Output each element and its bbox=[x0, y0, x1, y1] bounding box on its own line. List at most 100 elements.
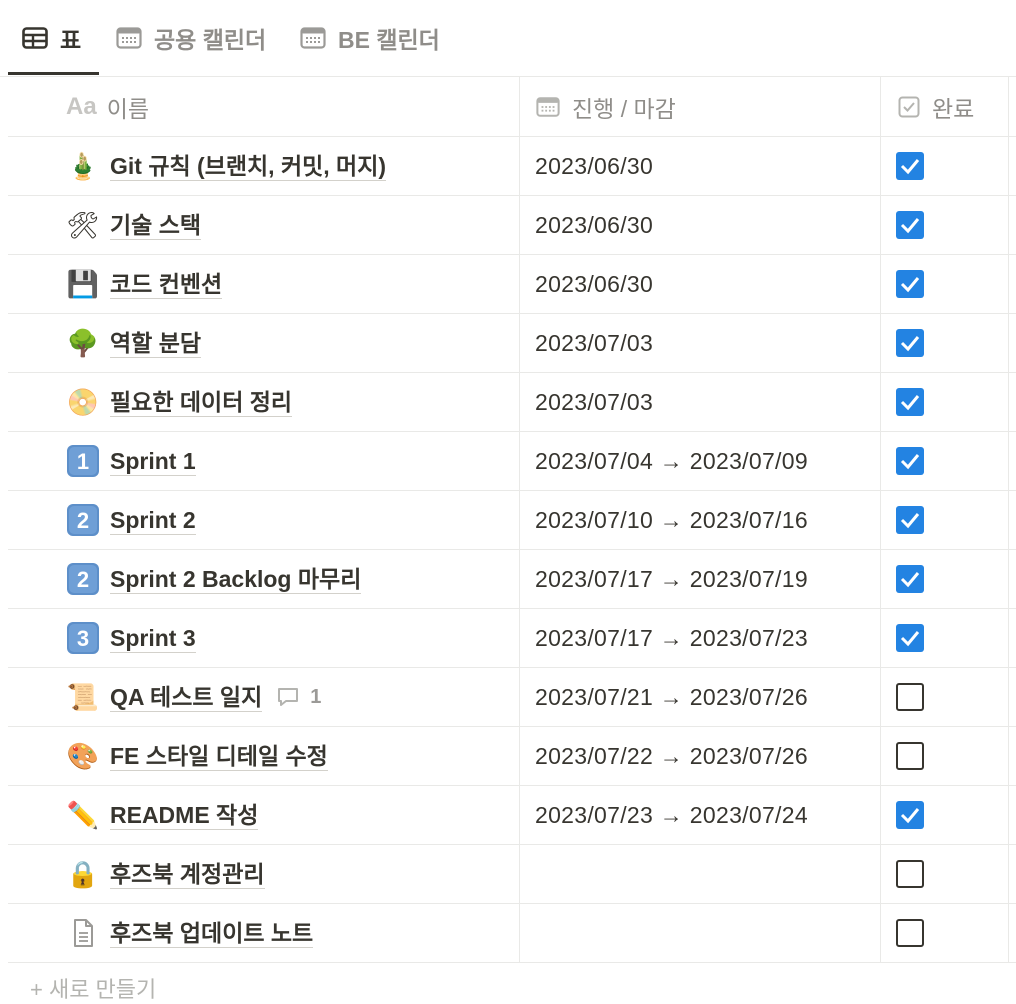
page-title[interactable]: Sprint 2 bbox=[110, 506, 196, 535]
name-cell[interactable]: 3 Sprint 3 bbox=[66, 609, 196, 667]
date-cell[interactable]: 2023/07/03 bbox=[535, 314, 653, 372]
lock-icon: 🔒 bbox=[66, 858, 100, 889]
tab-be-calendar[interactable]: BE 캘린더 bbox=[300, 0, 440, 76]
name-cell[interactable]: 2 Sprint 2 bbox=[66, 491, 196, 549]
comment-indicator[interactable]: 1 bbox=[276, 686, 321, 709]
tab-table[interactable]: 표 bbox=[22, 0, 81, 76]
done-checkbox[interactable] bbox=[896, 683, 924, 711]
page-title[interactable]: QA 테스트 일지 bbox=[110, 683, 263, 712]
table-row[interactable]: 1 Sprint 1 2023/07/04 → 2023/07/09 bbox=[8, 432, 1016, 491]
date-cell[interactable]: 2023/06/30 bbox=[535, 255, 653, 313]
page-title[interactable]: FE 스타일 디테일 수정 bbox=[110, 742, 328, 771]
table-row[interactable]: 💾 코드 컨벤션 2023/06/30 bbox=[8, 255, 1016, 314]
date-cell[interactable]: 2023/07/21 → 2023/07/26 bbox=[535, 668, 808, 726]
checkmark-icon bbox=[900, 808, 920, 824]
table-row[interactable]: 🎨 FE 스타일 디테일 수정 2023/07/22 → 2023/07/26 bbox=[8, 727, 1016, 786]
scroll-icon: 📜 bbox=[66, 681, 100, 712]
tab-label: 공용 캘린더 bbox=[154, 27, 267, 53]
name-cell[interactable]: 📀 필요한 데이터 정리 bbox=[66, 373, 293, 431]
page-title[interactable]: 역할 분담 bbox=[110, 329, 202, 358]
table-row[interactable]: 📀 필요한 데이터 정리 2023/07/03 bbox=[8, 373, 1016, 432]
done-checkbox[interactable] bbox=[896, 742, 924, 770]
table-header: Aa 이름 진행 / 마감 완료 bbox=[8, 77, 1016, 137]
name-cell[interactable]: 1 Sprint 1 bbox=[66, 432, 196, 490]
comment-count: 1 bbox=[310, 685, 322, 708]
checkmark-icon bbox=[900, 513, 920, 529]
date-cell[interactable]: 2023/06/30 bbox=[535, 137, 653, 195]
name-cell[interactable]: 🎍 Git 규칙 (브랜치, 커밋, 머지) bbox=[66, 137, 387, 195]
done-checkbox[interactable] bbox=[896, 860, 924, 888]
table-row[interactable]: 🎍 Git 규칙 (브랜치, 커밋, 머지) 2023/06/30 bbox=[8, 137, 1016, 196]
column-label: 완료 bbox=[932, 95, 975, 122]
column-header-name[interactable]: Aa 이름 bbox=[66, 77, 149, 136]
page-title[interactable]: README 작성 bbox=[110, 801, 259, 830]
name-cell[interactable]: 💾 코드 컨벤션 bbox=[66, 255, 223, 313]
table-row[interactable]: 📜 QA 테스트 일지 1 2023/07/21 → 2023/07/26 bbox=[8, 668, 1016, 727]
done-checkbox[interactable] bbox=[896, 801, 924, 829]
table-row[interactable]: 3 Sprint 3 2023/07/17 → 2023/07/23 bbox=[8, 609, 1016, 668]
name-cell[interactable]: 2 Sprint 2 Backlog 마무리 bbox=[66, 550, 362, 608]
page-title[interactable]: 필요한 데이터 정리 bbox=[110, 388, 293, 417]
name-cell[interactable]: 🔒 후즈북 계정관리 bbox=[66, 845, 265, 903]
page-title[interactable]: Git 규칙 (브랜치, 커밋, 머지) bbox=[110, 152, 387, 181]
done-checkbox[interactable] bbox=[896, 919, 924, 947]
done-checkbox[interactable] bbox=[896, 211, 924, 239]
calendar-icon bbox=[300, 27, 326, 49]
done-checkbox[interactable] bbox=[896, 270, 924, 298]
date-cell[interactable]: 2023/07/10 → 2023/07/16 bbox=[535, 491, 808, 549]
table-row[interactable]: 2 Sprint 2 Backlog 마무리 2023/07/17 → 2023… bbox=[8, 550, 1016, 609]
svg-text:3: 3 bbox=[77, 626, 89, 651]
date-cell[interactable]: 2023/07/17 → 2023/07/19 bbox=[535, 550, 808, 608]
column-header-done[interactable]: 완료 bbox=[898, 77, 974, 136]
name-cell[interactable]: 🛠 기술 스택 bbox=[66, 196, 202, 254]
checkmark-icon bbox=[900, 454, 920, 470]
checkmark-icon bbox=[900, 572, 920, 588]
name-cell[interactable]: 후즈북 업데이트 노트 bbox=[66, 904, 314, 962]
page-title[interactable]: Sprint 1 bbox=[110, 447, 196, 476]
pencil-icon: ✏️ bbox=[66, 799, 100, 830]
keycap-2-icon: 2 bbox=[67, 563, 99, 595]
checkmark-icon bbox=[900, 218, 920, 234]
tab-shared-calendar[interactable]: 공용 캘린더 bbox=[116, 0, 266, 76]
table-row[interactable]: 2 Sprint 2 2023/07/10 → 2023/07/16 bbox=[8, 491, 1016, 550]
done-checkbox[interactable] bbox=[896, 152, 924, 180]
new-row-button[interactable]: + 새로 만들기 bbox=[30, 972, 156, 1004]
date-cell[interactable]: 2023/07/17 → 2023/07/23 bbox=[535, 609, 808, 667]
checkmark-icon bbox=[900, 631, 920, 647]
table-row[interactable]: 🌳 역할 분담 2023/07/03 bbox=[8, 314, 1016, 373]
date-cell[interactable]: 2023/07/04 → 2023/07/09 bbox=[535, 432, 808, 490]
svg-text:1: 1 bbox=[77, 449, 89, 474]
done-checkbox[interactable] bbox=[896, 447, 924, 475]
checkmark-icon bbox=[900, 277, 920, 293]
done-checkbox[interactable] bbox=[896, 329, 924, 357]
date-cell[interactable]: 2023/07/03 bbox=[535, 373, 653, 431]
done-checkbox[interactable] bbox=[896, 506, 924, 534]
done-checkbox[interactable] bbox=[896, 388, 924, 416]
page-title[interactable]: Sprint 3 bbox=[110, 624, 196, 653]
page-title[interactable]: 후즈북 업데이트 노트 bbox=[110, 919, 314, 948]
table-row[interactable]: 후즈북 업데이트 노트 bbox=[8, 904, 1016, 963]
page-title[interactable]: 코드 컨벤션 bbox=[110, 270, 223, 299]
table-row[interactable]: 🔒 후즈북 계정관리 bbox=[8, 845, 1016, 904]
name-cell[interactable]: 🎨 FE 스타일 디테일 수정 bbox=[66, 727, 328, 785]
page-title[interactable]: 후즈북 계정관리 bbox=[110, 860, 265, 889]
done-checkbox[interactable] bbox=[896, 624, 924, 652]
table-row[interactable]: 🛠 기술 스택 2023/06/30 bbox=[8, 196, 1016, 255]
active-tab-indicator bbox=[8, 72, 99, 75]
date-cell[interactable]: 2023/06/30 bbox=[535, 196, 653, 254]
column-header-date[interactable]: 진행 / 마감 bbox=[536, 77, 676, 136]
floppy-disk-icon: 💾 bbox=[66, 268, 100, 299]
done-checkbox[interactable] bbox=[896, 565, 924, 593]
name-cell[interactable]: ✏️ README 작성 bbox=[66, 786, 259, 844]
column-label: 이름 bbox=[106, 95, 150, 122]
table-row[interactable]: ✏️ README 작성 2023/07/23 → 2023/07/24 bbox=[8, 786, 1016, 845]
tab-label: 표 bbox=[60, 27, 82, 53]
name-cell[interactable]: 📜 QA 테스트 일지 1 bbox=[66, 668, 321, 726]
svg-text:2: 2 bbox=[77, 567, 89, 592]
date-cell[interactable]: 2023/07/23 → 2023/07/24 bbox=[535, 786, 808, 844]
page-title[interactable]: Sprint 2 Backlog 마무리 bbox=[110, 565, 362, 594]
page-title[interactable]: 기술 스택 bbox=[110, 211, 202, 240]
name-cell[interactable]: 🌳 역할 분담 bbox=[66, 314, 202, 372]
date-cell[interactable]: 2023/07/22 → 2023/07/26 bbox=[535, 727, 808, 785]
calendar-icon bbox=[536, 96, 560, 117]
